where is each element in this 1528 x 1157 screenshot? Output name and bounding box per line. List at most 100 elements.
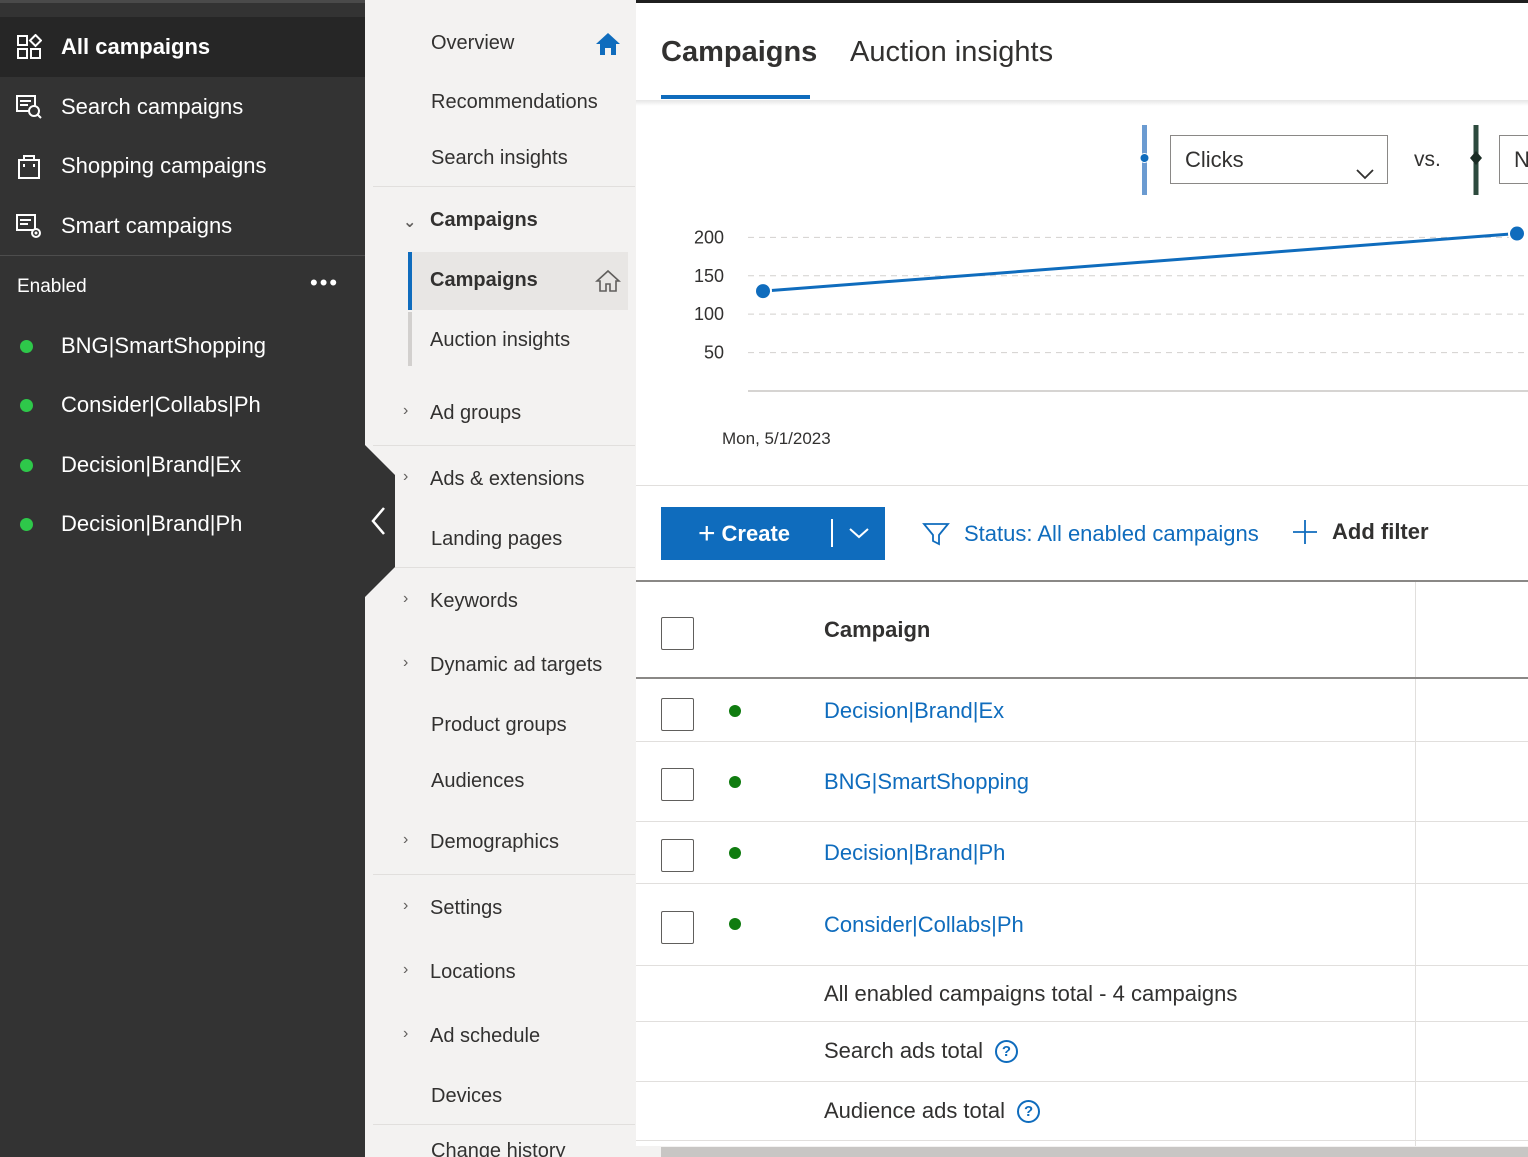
chevron-right-icon: › bbox=[403, 831, 409, 848]
row-checkbox[interactable] bbox=[661, 911, 694, 944]
status-enabled-dot bbox=[729, 918, 741, 930]
row-checkbox[interactable] bbox=[661, 698, 694, 731]
sidebar-campaign-label: Consider|Collabs|Ph bbox=[61, 392, 261, 417]
total-audience-ads: Audience ads total ? bbox=[824, 1098, 1041, 1124]
scrollbar-thumb[interactable] bbox=[661, 1147, 1528, 1157]
data-point[interactable] bbox=[1508, 224, 1526, 243]
row-divider bbox=[636, 1140, 1528, 1141]
sidebar-item-search-campaigns[interactable]: Search campaigns bbox=[0, 77, 365, 137]
total-all-enabled: All enabled campaigns total - 4 campaign… bbox=[824, 981, 1237, 1007]
nav-label: Keywords bbox=[430, 590, 518, 612]
nav-label: Search insights bbox=[431, 147, 568, 169]
more-options-icon[interactable]: ••• bbox=[310, 270, 339, 296]
data-point[interactable] bbox=[754, 282, 772, 301]
main-content: Campaigns Auction insights Clicks vs. N … bbox=[636, 0, 1528, 1157]
sidebar-campaign-item[interactable]: Decision|Brand|Ph bbox=[0, 504, 365, 544]
sidebar-item-shopping-campaigns[interactable]: Shopping campaigns bbox=[0, 136, 365, 196]
y-tick-label: 100 bbox=[694, 304, 724, 324]
sidebar-campaign-item[interactable]: BNG|SmartShopping bbox=[0, 326, 365, 366]
enabled-section-label: Enabled bbox=[17, 276, 87, 297]
series2-legend-icon bbox=[1469, 125, 1483, 200]
collapse-sidebar-button[interactable] bbox=[365, 445, 395, 597]
metric1-value: Clicks bbox=[1185, 147, 1244, 172]
sidebar-item-label: Search campaigns bbox=[61, 94, 244, 119]
x-axis-label: Mon, 5/1/2023 bbox=[722, 429, 831, 448]
horizontal-scrollbar[interactable] bbox=[636, 1146, 1528, 1157]
sidebar-item-all-campaigns[interactable]: All campaigns bbox=[0, 17, 365, 77]
row-checkbox[interactable] bbox=[661, 768, 694, 801]
sidebar-campaign-label: BNG|SmartShopping bbox=[61, 333, 267, 358]
nav-label: Recommendations bbox=[431, 91, 598, 113]
clicks-line-chart: 50 100 150 200 bbox=[694, 224, 1528, 392]
active-tab-indicator bbox=[661, 95, 810, 99]
campaign-link[interactable]: Decision|Brand|Ph bbox=[824, 840, 1005, 866]
campaign-link[interactable]: Consider|Collabs|Ph bbox=[824, 912, 1024, 938]
row-divider bbox=[636, 1021, 1528, 1022]
metric1-dropdown[interactable]: Clicks bbox=[1170, 135, 1388, 184]
nav-separator bbox=[373, 874, 635, 875]
chevron-down-icon[interactable] bbox=[848, 520, 870, 552]
add-filter-label: Add filter bbox=[1332, 519, 1429, 544]
vs-label: vs. bbox=[1414, 148, 1441, 171]
series1-legend-icon bbox=[1139, 125, 1150, 200]
chevron-right-icon: › bbox=[403, 654, 409, 671]
select-all-checkbox[interactable] bbox=[661, 617, 694, 650]
sidebar-item-label: Shopping campaigns bbox=[61, 153, 267, 178]
nav-label: Ad groups bbox=[430, 402, 522, 424]
section-nav: Overview Recommendations Search insights… bbox=[365, 0, 636, 1157]
row-divider bbox=[636, 821, 1528, 822]
nav-separator bbox=[373, 186, 635, 187]
sidebar-divider bbox=[0, 255, 365, 256]
section-divider bbox=[636, 485, 1528, 486]
campaign-link[interactable]: Decision|Brand|Ex bbox=[824, 698, 1004, 724]
nav-label: Dynamic ad targets bbox=[430, 654, 603, 676]
nav-label: Settings bbox=[430, 897, 503, 919]
nav-sub-indent-line bbox=[408, 312, 412, 366]
row-checkbox[interactable] bbox=[661, 839, 694, 872]
chevron-right-icon: › bbox=[403, 897, 409, 914]
grid-top-border bbox=[636, 580, 1528, 582]
help-icon[interactable]: ? bbox=[994, 1039, 1018, 1063]
total-label: Search ads total bbox=[824, 1038, 983, 1063]
filter-icon bbox=[922, 520, 950, 548]
nav-label: Change history bbox=[431, 1140, 566, 1157]
chevron-down-icon bbox=[1355, 150, 1375, 197]
shopping-bag-icon bbox=[14, 151, 44, 181]
total-search-ads: Search ads total ? bbox=[824, 1038, 1018, 1064]
sidebar-item-label: Smart campaigns bbox=[61, 213, 233, 238]
all-campaigns-icon bbox=[14, 32, 44, 62]
sidebar-campaign-item[interactable]: Consider|Collabs|Ph bbox=[0, 385, 365, 425]
total-label: Audience ads total bbox=[824, 1098, 1006, 1123]
status-filter[interactable]: Status: All enabled campaigns bbox=[922, 520, 1259, 548]
sidebar-item-smart-campaigns[interactable]: Smart campaigns bbox=[0, 196, 365, 256]
nav-label: Campaigns bbox=[430, 209, 538, 231]
nav-separator bbox=[373, 1124, 635, 1125]
home-outline-icon[interactable] bbox=[594, 269, 622, 299]
search-campaigns-icon bbox=[14, 92, 44, 122]
nav-label: Product groups bbox=[431, 714, 567, 736]
tab-campaigns[interactable]: Campaigns bbox=[661, 36, 817, 69]
sidebar-top-line bbox=[0, 0, 365, 17]
sidebar-campaign-item[interactable]: Decision|Brand|Ex bbox=[0, 445, 365, 485]
chevron-right-icon: › bbox=[403, 961, 409, 978]
nav-label: Demographics bbox=[430, 831, 559, 853]
status-enabled-dot bbox=[20, 517, 33, 531]
create-button[interactable]: + Create bbox=[661, 507, 885, 560]
tab-auction-insights[interactable]: Auction insights bbox=[850, 36, 1053, 69]
create-split-divider bbox=[831, 519, 833, 547]
campaign-link[interactable]: BNG|SmartShopping bbox=[824, 769, 1029, 795]
total-label: All enabled campaigns total - 4 campaign… bbox=[824, 981, 1238, 1006]
column-header-campaign[interactable]: Campaign bbox=[824, 617, 930, 643]
row-divider bbox=[636, 883, 1528, 884]
metric2-dropdown[interactable]: N bbox=[1499, 135, 1528, 184]
add-filter-button[interactable]: Add filter bbox=[1292, 519, 1429, 545]
help-icon[interactable]: ? bbox=[1017, 1099, 1041, 1123]
nav-label: Auction insights bbox=[430, 329, 571, 351]
status-filter-label: Status: All enabled campaigns bbox=[964, 521, 1259, 546]
header-shadow bbox=[636, 100, 1528, 106]
status-enabled-dot bbox=[20, 398, 33, 412]
campaign-sidebar: All campaigns Search campaigns Shopping … bbox=[0, 0, 365, 1157]
status-enabled-dot bbox=[729, 847, 741, 859]
series-line bbox=[762, 232, 1518, 293]
nav-separator bbox=[373, 445, 635, 446]
